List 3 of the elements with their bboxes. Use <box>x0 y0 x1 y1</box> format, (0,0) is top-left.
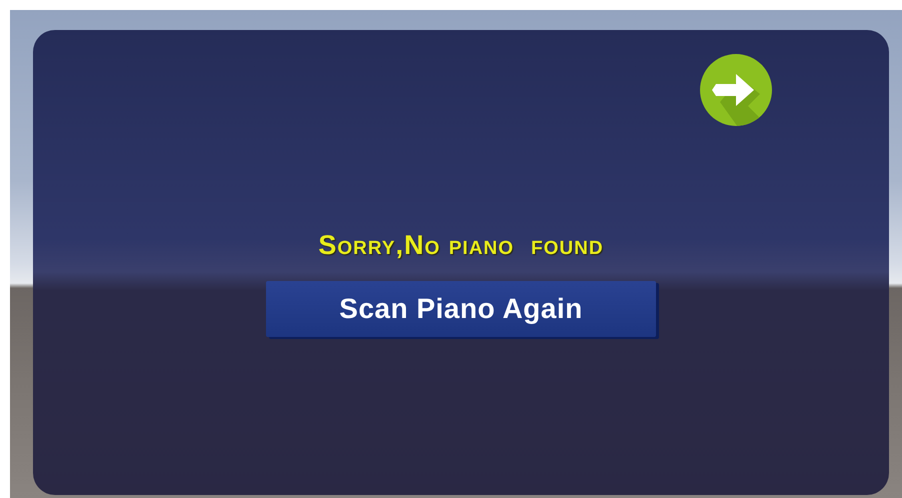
message-text: Sorry,No piano found <box>318 230 604 261</box>
scan-again-button[interactable]: Scan Piano Again <box>266 281 656 337</box>
next-button[interactable] <box>700 54 772 126</box>
